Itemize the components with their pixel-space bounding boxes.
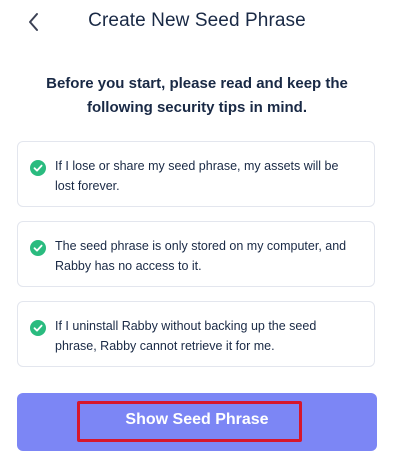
check-circle-icon <box>30 240 46 256</box>
page-title: Create New Seed Phrase <box>88 10 306 31</box>
tip-text: The seed phrase is only stored on my com… <box>55 239 347 273</box>
check-circle-icon <box>30 160 46 176</box>
tip-card-1: If I lose or share my seed phrase, my as… <box>17 141 375 207</box>
tip-card-3: If I uninstall Rabby without backing up … <box>17 301 375 367</box>
show-seed-phrase-label: Show Seed Phrase <box>125 411 269 428</box>
show-seed-phrase-button[interactable]: Show Seed Phrase <box>17 393 377 451</box>
tip-text: If I lose or share my seed phrase, my as… <box>55 159 339 193</box>
tip-card-2: The seed phrase is only stored on my com… <box>17 221 375 287</box>
header: Create New Seed Phrase <box>0 0 394 44</box>
intro-text: Before you start, please read and keep t… <box>46 75 348 116</box>
tip-text: If I uninstall Rabby without backing up … <box>55 319 317 353</box>
check-circle-icon <box>30 320 46 336</box>
